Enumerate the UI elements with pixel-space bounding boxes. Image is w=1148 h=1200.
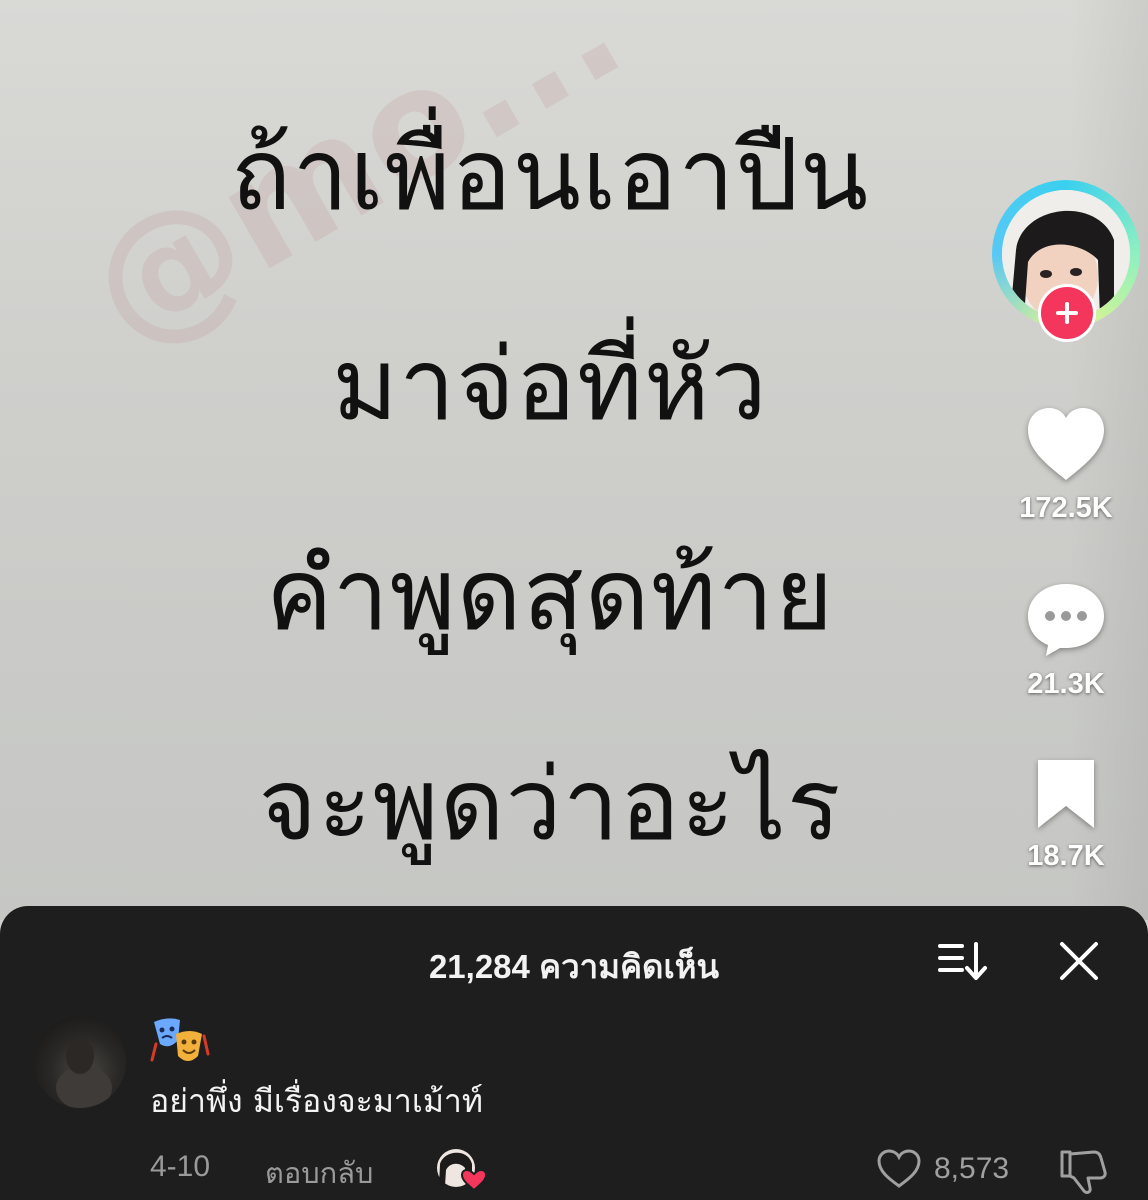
- heart-outline-icon: [877, 1149, 921, 1188]
- commenter-avatar[interactable]: [34, 1016, 126, 1108]
- commenter-name[interactable]: [150, 1014, 210, 1066]
- comment-text: อย่าพึ่ง มีเรื่องจะมาเม้าท์: [150, 1082, 483, 1120]
- theater-masks-icon: [150, 1018, 210, 1062]
- bookmark-icon: [1038, 760, 1094, 828]
- tiktok-screen: @mo... ถ้าเพื่อนเอาปืน มาจ่อที่หัว คำพูด…: [0, 0, 1148, 1200]
- quote-line-2: มาจ่อที่หัว: [332, 326, 768, 443]
- comment-bubble-icon: [1028, 584, 1104, 656]
- creator-liked-icon: [437, 1149, 488, 1192]
- close-icon: [1060, 942, 1098, 980]
- quote-line-4: จะพูดว่าอะไร: [258, 746, 842, 863]
- plus-icon: [1056, 302, 1078, 324]
- comments-panel: 21,284 ความคิดเห็น อย่าพึ่ง มีเรื่องจะมา…: [0, 906, 1148, 1200]
- bookmark-button[interactable]: 18.7K: [1004, 758, 1128, 873]
- video-quote: ถ้าเพื่อนเอาปืน มาจ่อที่หัว คำพูดสุดท้าย…: [140, 70, 960, 910]
- like-count: 172.5K: [1019, 492, 1113, 524]
- creator-liked-badge: [436, 1146, 488, 1192]
- comment-date: 4-10: [150, 1150, 211, 1183]
- thumbs-down-icon: [1060, 1150, 1107, 1194]
- comment-like-button[interactable]: 8,573: [876, 1144, 1009, 1194]
- bookmark-count: 18.7K: [1027, 840, 1105, 872]
- commenter-avatar-image: [56, 1038, 112, 1108]
- sort-button[interactable]: [934, 936, 990, 984]
- comment-like-count: 8,573: [934, 1152, 1010, 1185]
- heart-icon: [1028, 408, 1104, 480]
- comment-button[interactable]: 21.3K: [1004, 580, 1128, 701]
- dislike-button[interactable]: [1056, 1146, 1110, 1196]
- reply-button[interactable]: ตอบกลับ: [265, 1150, 373, 1196]
- comment-count: 21.3K: [1027, 668, 1105, 700]
- sort-icon: [938, 942, 987, 980]
- close-button[interactable]: [1054, 936, 1104, 986]
- follow-button[interactable]: [1038, 284, 1096, 342]
- like-button[interactable]: 172.5K: [1004, 404, 1128, 525]
- quote-line-1: ถ้าเพื่อนเอาปืน: [230, 116, 870, 233]
- quote-line-3: คำพูดสุดท้าย: [265, 536, 835, 653]
